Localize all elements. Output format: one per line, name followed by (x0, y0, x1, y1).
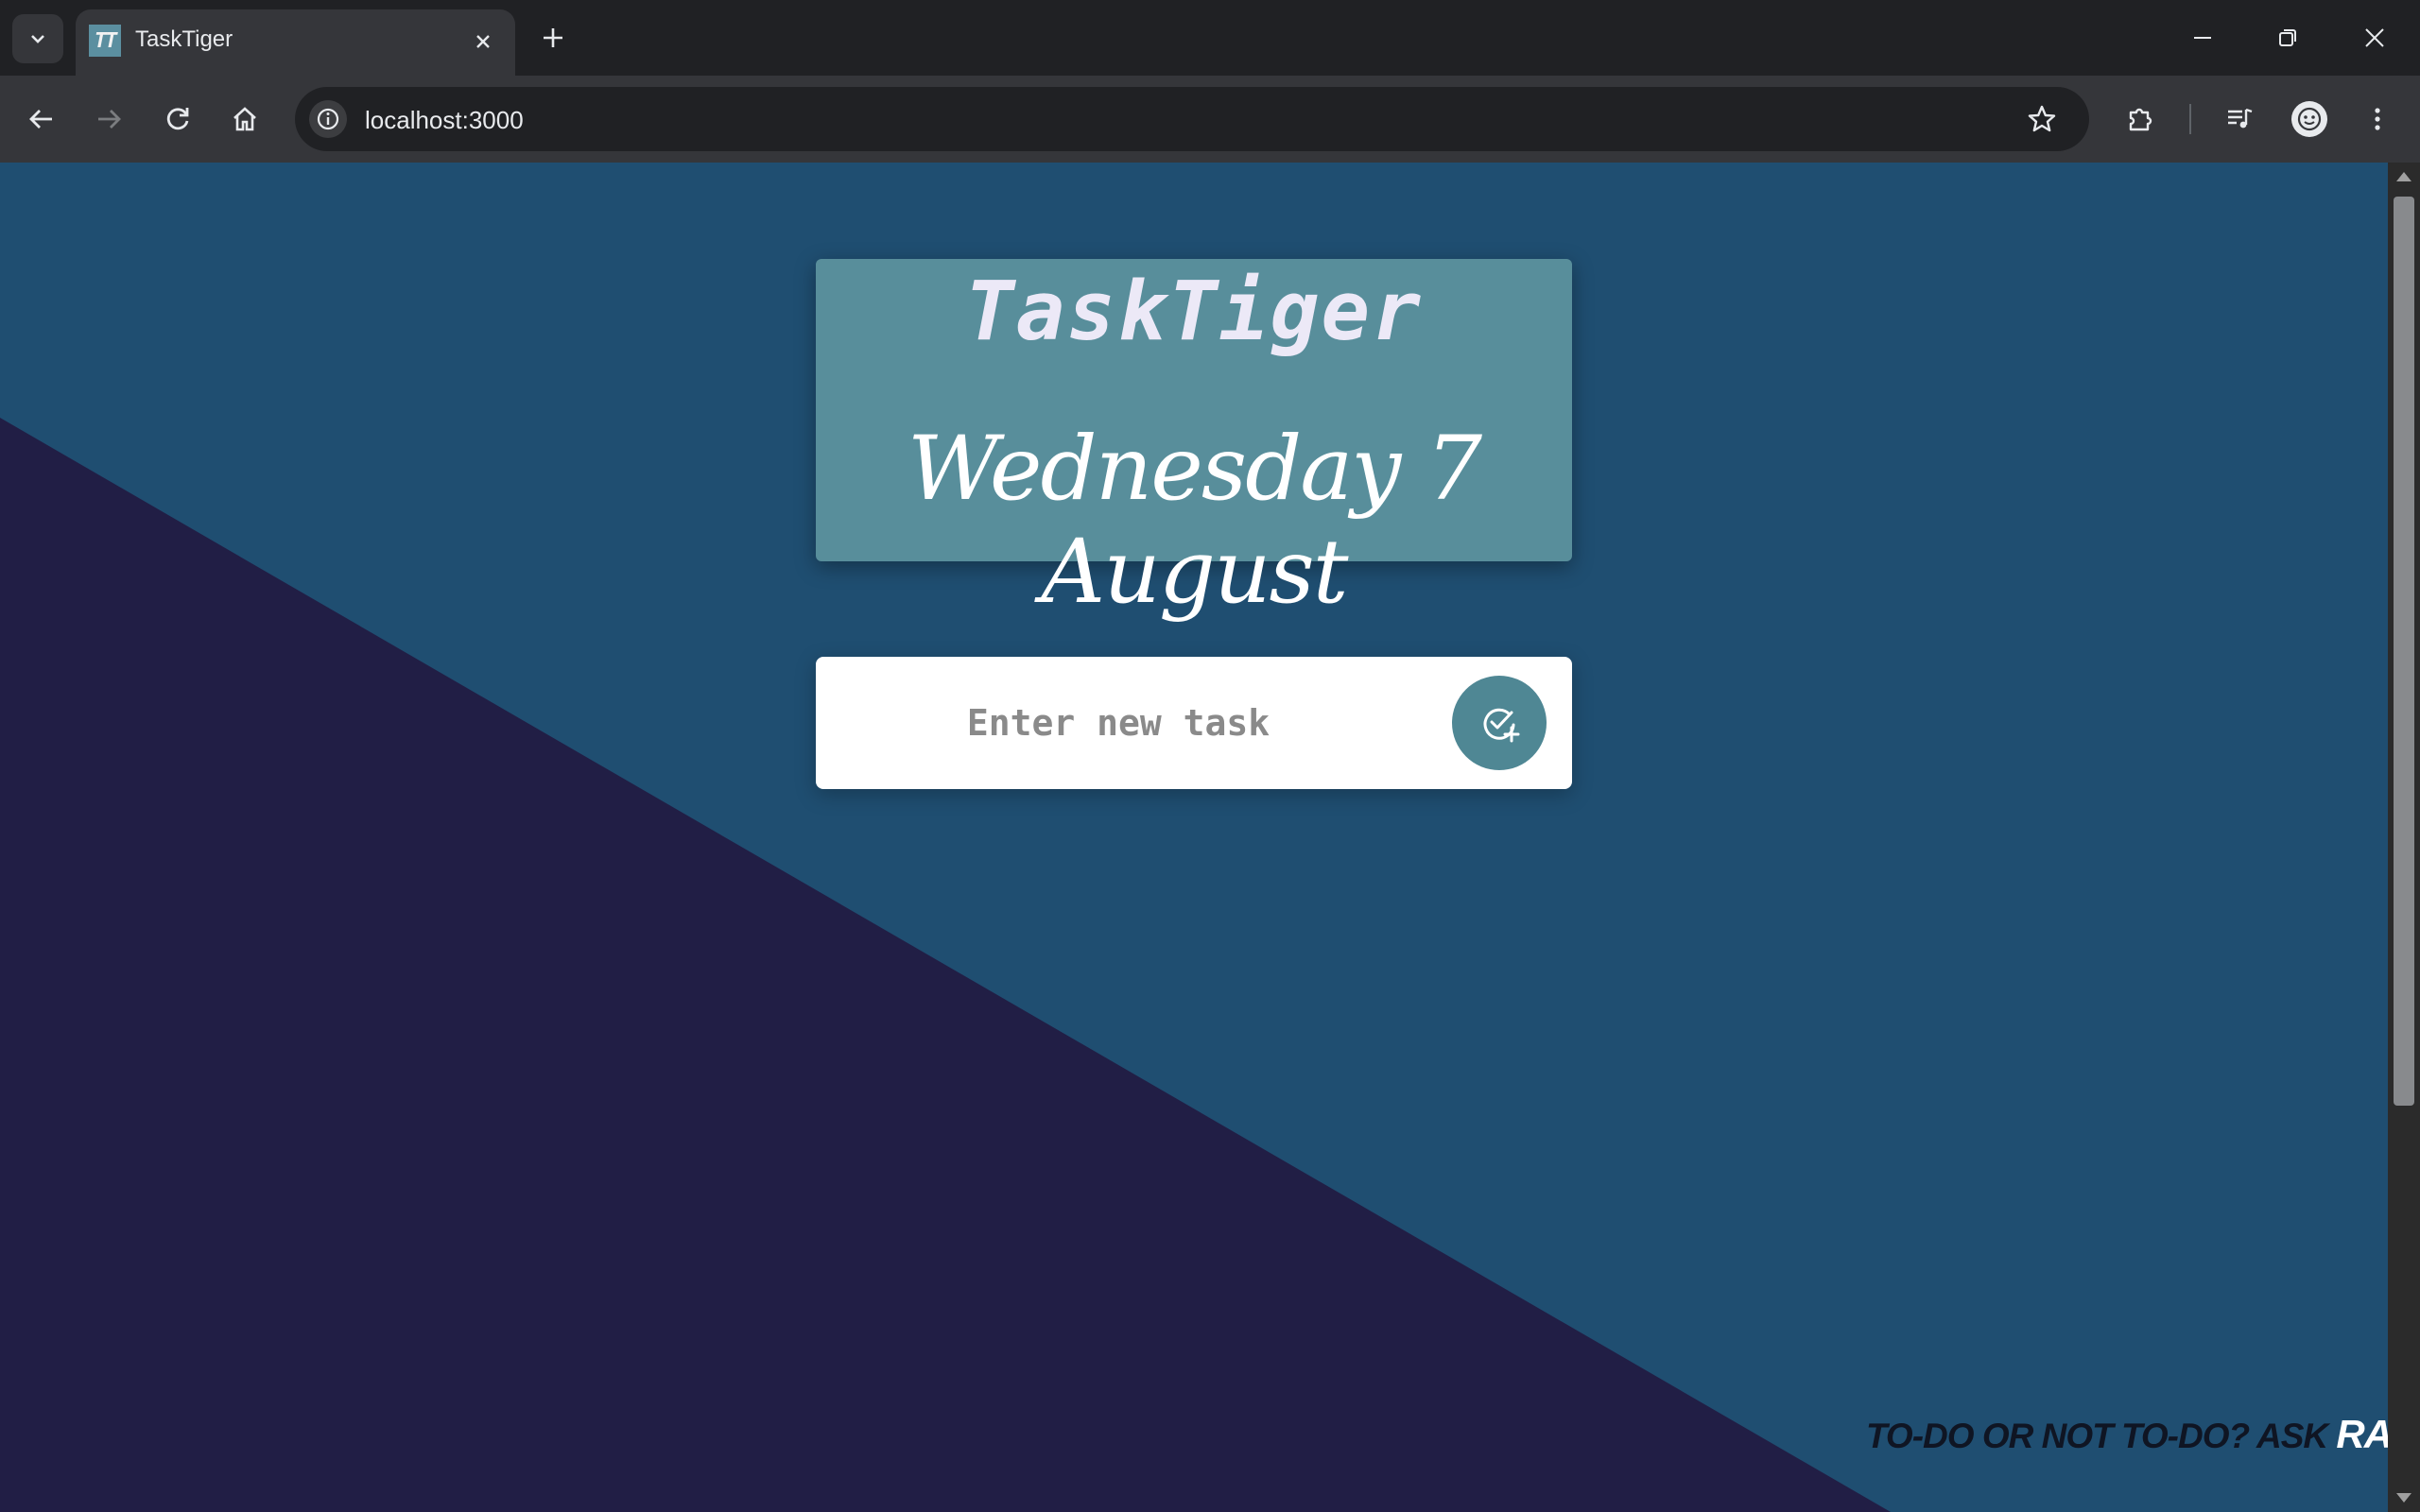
date-label: Wednesday 7 August (907, 418, 1482, 624)
plus-icon (544, 28, 562, 47)
minimize-icon (2194, 37, 2211, 39)
task-input[interactable] (854, 685, 1383, 761)
tab-strip: TT TaskTiger (0, 0, 2420, 76)
minimize-button[interactable] (2172, 11, 2233, 64)
scroll-thumb[interactable] (2394, 197, 2414, 1106)
reload-icon (166, 108, 189, 130)
close-icon (2365, 28, 2384, 47)
profile-button[interactable] (2285, 94, 2334, 144)
media-queue-icon (2228, 108, 2253, 129)
browser-tab[interactable]: TT TaskTiger (76, 9, 515, 76)
extensions-button[interactable] (2117, 94, 2166, 144)
menu-button[interactable] (2353, 94, 2402, 144)
chevron-down-icon (31, 35, 44, 43)
author-name: Ravi (2336, 1412, 2388, 1456)
bookmark-star-button[interactable] (2023, 100, 2061, 138)
scroll-up-icon[interactable] (2396, 172, 2411, 181)
tab-close-button[interactable] (468, 26, 498, 57)
tab-search-button[interactable] (12, 14, 63, 63)
site-info-button[interactable] (309, 100, 347, 138)
page-scrollbar[interactable] (2388, 163, 2420, 1512)
task-form (816, 657, 1572, 789)
tab-title: TaskTiger (135, 26, 233, 52)
arrow-right-icon (98, 110, 121, 129)
forward-button[interactable] (84, 94, 133, 144)
favicon: TT (89, 25, 121, 57)
home-button[interactable] (220, 94, 269, 144)
page-viewport: TaskTiger Wednesday 7 August To-do or no… (0, 163, 2388, 1512)
media-controls-button[interactable] (2216, 94, 2265, 144)
restore-icon (2279, 29, 2296, 46)
close-window-button[interactable] (2344, 11, 2405, 64)
url-text: localhost:3000 (365, 106, 524, 134)
star-icon (2028, 105, 2056, 132)
arrow-left-icon (29, 110, 52, 129)
address-bar[interactable]: localhost:3000 (295, 87, 2089, 151)
tagline-text: To-do or not to-do? Ask (1866, 1417, 2328, 1455)
check-plus-icon (1483, 708, 1520, 743)
scroll-down-icon[interactable] (2396, 1493, 2411, 1503)
reload-button[interactable] (153, 94, 202, 144)
info-icon (317, 108, 339, 130)
browser-toolbar: localhost:3000 (0, 76, 2420, 163)
footer-tagline: To-do or not to-do? Ask Ravi (1866, 1412, 2388, 1457)
add-task-button[interactable] (1452, 676, 1547, 770)
home-icon (233, 107, 256, 131)
restore-button[interactable] (2257, 11, 2318, 64)
more-vert-icon (2375, 108, 2380, 130)
new-tab-button[interactable] (532, 17, 574, 59)
back-button[interactable] (17, 94, 66, 144)
avatar-icon (2291, 101, 2327, 137)
puzzle-icon (2129, 108, 2152, 131)
app-title: TaskTiger (965, 265, 1423, 359)
toolbar-separator (2189, 104, 2191, 134)
header-card: TaskTiger Wednesday 7 August (816, 259, 1572, 624)
close-icon (476, 35, 490, 48)
